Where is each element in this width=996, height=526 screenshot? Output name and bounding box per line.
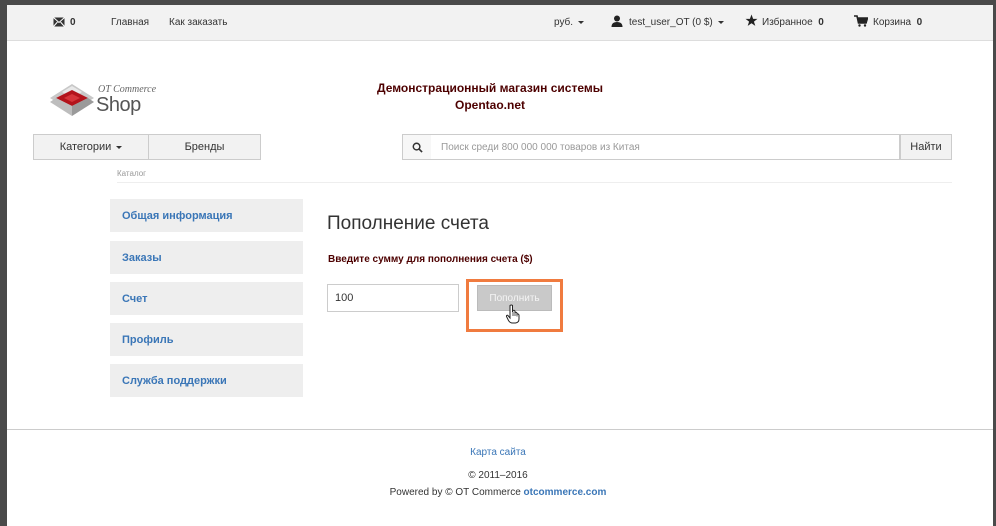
favorites-link[interactable]: Избранное 0 xyxy=(762,17,824,28)
cart-icon xyxy=(854,15,869,30)
sitemap-link[interactable]: Карта сайта xyxy=(470,447,526,458)
search-icon-button[interactable] xyxy=(402,134,432,160)
find-button[interactable]: Найти xyxy=(900,134,952,160)
sidebar-item-orders[interactable]: Заказы xyxy=(110,241,303,274)
footer-copyright: © 2011–2016 xyxy=(468,470,528,481)
amount-input[interactable] xyxy=(327,284,459,312)
search-icon xyxy=(412,142,423,153)
hand-pointer-icon xyxy=(505,304,520,324)
brands-button[interactable]: Бренды xyxy=(148,134,261,160)
amount-label: Введите сумму для пополнения счета ($) xyxy=(328,254,533,265)
nav-how-to-order-link[interactable]: Как заказать xyxy=(169,17,227,28)
footer-sitemap: Карта сайта xyxy=(0,447,996,458)
breadcrumb[interactable]: Каталог xyxy=(117,169,146,178)
user-account-dropdown[interactable]: test_user_OT (0 $) xyxy=(629,17,724,28)
chevron-down-icon xyxy=(578,20,585,24)
otcommerce-link[interactable]: otcommerce.com xyxy=(524,487,607,498)
user-icon xyxy=(611,15,623,30)
star-icon xyxy=(745,14,758,30)
envelope-icon[interactable] xyxy=(53,17,65,27)
footer-powered-by: Powered by © OT Commerce otcommerce.com xyxy=(0,487,996,498)
user-label: test_user_OT (0 $) xyxy=(629,17,713,28)
messages-count: 0 xyxy=(70,17,76,28)
top-bar: 0 Главная Как заказать руб. test_user_OT… xyxy=(7,5,993,41)
chevron-down-icon xyxy=(116,145,123,149)
store-headline: Демонстрационный магазин системы Opentao… xyxy=(340,80,640,114)
cart-label: Корзина xyxy=(873,17,912,28)
cart-count: 0 xyxy=(916,17,923,28)
sidebar-item-general-info[interactable]: Общая информация xyxy=(110,199,303,232)
breadcrumb-divider xyxy=(117,182,952,183)
categories-dropdown[interactable]: Категории xyxy=(33,134,149,160)
sidebar-item-account[interactable]: Счет xyxy=(110,282,303,315)
favorites-count: 0 xyxy=(818,17,824,28)
brands-label: Бренды xyxy=(184,141,225,153)
sidebar-item-support[interactable]: Служба поддержки xyxy=(110,364,303,397)
currency-dropdown[interactable]: руб. xyxy=(554,17,585,28)
nav-home-link[interactable]: Главная xyxy=(111,17,149,28)
cart-link[interactable]: Корзина 0 xyxy=(873,17,922,28)
logo-text-shop: Shop xyxy=(96,94,141,116)
footer-divider xyxy=(7,429,993,430)
chevron-down-icon xyxy=(717,20,724,24)
headline-line-1: Демонстрационный магазин системы xyxy=(377,81,603,95)
categories-label: Категории xyxy=(59,141,112,153)
search-input[interactable] xyxy=(431,134,900,160)
headline-line-2: Opentao.net xyxy=(454,98,525,112)
currency-label: руб. xyxy=(554,17,574,28)
powered-by-text: Powered by © OT Commerce xyxy=(389,487,524,498)
sidebar-item-profile[interactable]: Профиль xyxy=(110,323,303,356)
favorites-label: Избранное xyxy=(762,17,813,28)
page-title: Пополнение счета xyxy=(327,213,489,234)
